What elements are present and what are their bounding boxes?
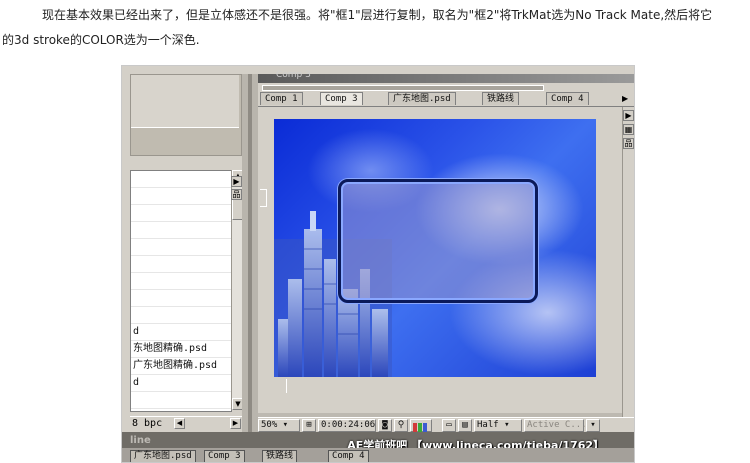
tab-comp-4[interactable]: Comp 4 — [546, 92, 589, 105]
timeline-panel: line AE学前班吧 【www.lineca.com/tieba/1762】 … — [122, 432, 634, 462]
project-list-item[interactable] — [131, 392, 231, 409]
zoom-dropdown[interactable]: 50% ▾ — [258, 419, 300, 432]
scroll-left-arrow-icon[interactable]: ◀ — [174, 418, 185, 429]
project-footer: 8 bpc ◀ ▶ — [130, 416, 244, 431]
snapshot-camera-icon[interactable]: ◙ — [378, 419, 392, 432]
comp-viewer-image[interactable] — [274, 119, 596, 377]
composition-window: Comp 3 Comp 1 Comp 3 广东地图.psd 铁路线 Comp 4… — [258, 70, 634, 433]
project-list-item[interactable] — [131, 256, 231, 273]
project-list-item[interactable]: d — [131, 324, 231, 341]
timeline-label: line — [130, 435, 151, 446]
article-line-2: 的3d stroke的COLOR选为一个深色. — [2, 33, 200, 47]
region-of-interest-icon[interactable]: ▭ — [442, 419, 456, 432]
tab-comp-3[interactable]: Comp 3 — [320, 92, 363, 105]
transparency-grid-icon[interactable]: ▤ — [458, 419, 472, 432]
timeline-tab-comp-4[interactable]: Comp 4 — [328, 450, 369, 462]
grid-icon[interactable]: ▦ — [623, 124, 634, 135]
tabs-next-arrow-icon[interactable]: ▶ — [622, 93, 632, 104]
active-camera-dropdown[interactable]: Active C... — [524, 419, 587, 432]
show-snapshot-icon[interactable]: ⚲ — [394, 419, 408, 432]
scroll-right-arrow-icon[interactable]: ▶ — [230, 418, 241, 429]
project-list-item[interactable] — [131, 239, 231, 256]
zoom-value: 50% — [261, 420, 278, 430]
project-list-item[interactable]: 东地图精确.psd — [131, 341, 231, 358]
comp-title: Comp 3 — [276, 70, 311, 80]
tab-guangdong-map[interactable]: 广东地图.psd — [388, 92, 456, 105]
project-list-item[interactable] — [131, 171, 231, 188]
project-list-item[interactable]: d — [131, 375, 231, 392]
play-arrow-icon[interactable]: ▶ — [231, 176, 242, 187]
panel-divider[interactable] — [242, 74, 258, 432]
project-list-item[interactable]: 广东地图精确.psd — [131, 358, 231, 375]
comp-side-strip: ▶ ▦ 品 — [622, 107, 634, 432]
article-line-1: 现在基本效果已经出来了，但是立体感还不是很强。将"框1"层进行复制，取名为"框2… — [42, 8, 713, 22]
play-arrow-icon[interactable]: ▶ — [623, 110, 634, 121]
flowchart-icon[interactable]: 品 — [623, 138, 634, 149]
project-preview — [130, 74, 242, 156]
timecode-display[interactable]: 0:00:24:06 — [318, 419, 376, 432]
project-list-item[interactable] — [131, 307, 231, 324]
flowchart-icon[interactable]: 品 — [231, 189, 242, 200]
comp-canvas[interactable] — [258, 107, 622, 413]
timeline-tab-railway[interactable]: 铁路线 — [262, 450, 298, 462]
comp-title-bar[interactable]: Comp 3 — [258, 70, 634, 83]
project-file-list[interactable]: d 东地图精确.psd 广东地图精确.psd d — [130, 170, 232, 426]
frame-1-layer[interactable] — [338, 179, 538, 303]
project-list-item[interactable] — [131, 290, 231, 307]
comp-toolbar: 50% ▾ ⊞ 0:00:24:06 ◙ ⚲ ▭ ▤ Half ▾ Active… — [258, 417, 634, 433]
safe-zones-icon[interactable]: ⊞ — [302, 419, 316, 432]
project-list-item[interactable] — [131, 273, 231, 290]
tab-comp-1[interactable]: Comp 1 — [260, 92, 303, 105]
project-list-item[interactable] — [131, 205, 231, 222]
ae-screenshot: d东地图精确.psd广东地图精确.psdd ▲ ▼ ▶ 品 8 bpc ◀ ▶ … — [121, 65, 635, 463]
timeline-tab-comp-3[interactable]: Comp 3 — [204, 450, 245, 462]
timeline-tab-guangdong-map[interactable]: 广东地图.psd — [130, 450, 196, 462]
project-list-item[interactable] — [131, 188, 231, 205]
project-list-item[interactable] — [131, 222, 231, 239]
tab-railway[interactable]: 铁路线 — [482, 92, 520, 105]
bit-depth-label[interactable]: 8 bpc — [132, 417, 162, 431]
channel-colors-icon[interactable] — [410, 419, 432, 432]
resolution-value: Half — [477, 420, 499, 430]
article-text: 现在基本效果已经出来了，但是立体感还不是很强。将"框1"层进行复制，取名为"框2… — [0, 0, 750, 70]
view-layout-arrow-icon[interactable]: ▾ — [586, 419, 600, 432]
comp-tabs: Comp 1 Comp 3 广东地图.psd 铁路线 Comp 4 ▶ — [258, 91, 634, 107]
resolution-dropdown[interactable]: Half ▾ — [474, 419, 522, 432]
